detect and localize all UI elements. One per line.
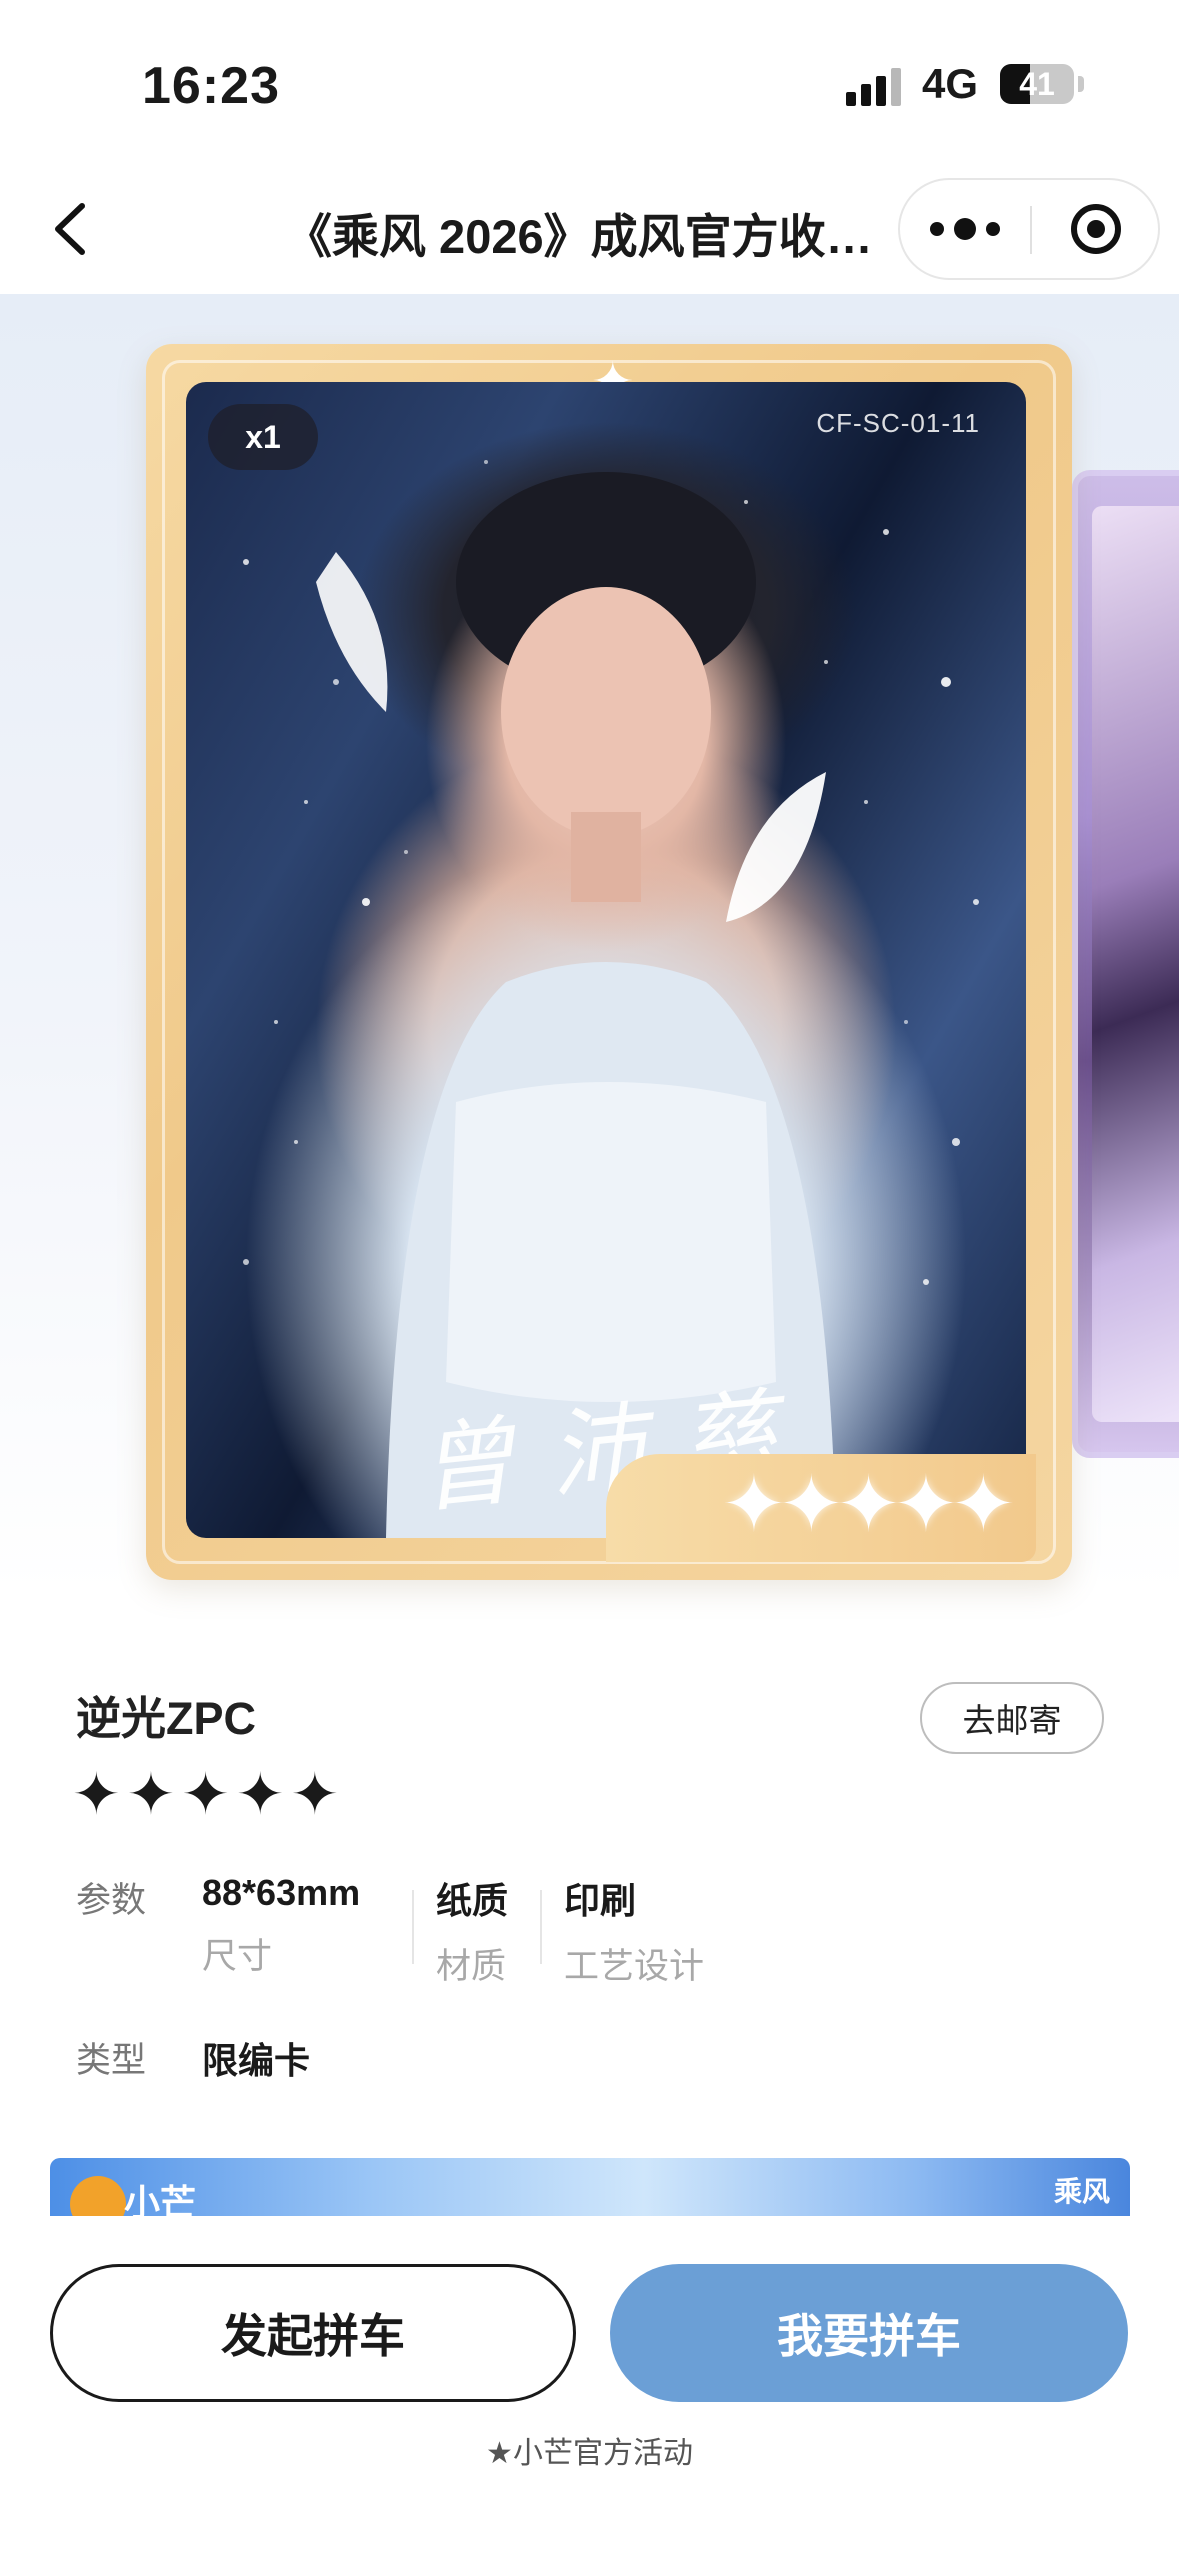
collectible-card[interactable]: ✦ <box>146 344 1072 1580</box>
banner-brand: 乘风 <box>1053 2176 1110 2207</box>
card-star-icon: ✦ <box>950 1460 1016 1548</box>
card-photo: x1 CF-SC-01-11 曾沛慈 <box>186 382 1026 1538</box>
params-label: 参数 <box>76 1881 147 1920</box>
card-star-icon: ✦ <box>778 1460 844 1548</box>
card-carousel[interactable]: ✦ <box>0 294 1179 1594</box>
card-count-badge: x1 <box>208 404 318 470</box>
signal-icon <box>846 68 902 106</box>
param-divider <box>412 1890 414 1964</box>
brand-logo-icon <box>70 2176 126 2216</box>
start-carpool-button[interactable]: 发起拼车 <box>50 2264 576 2402</box>
nav-bar: 《乘风 2026》成风官方收… <box>0 170 1179 288</box>
card-name: 逆光ZPC <box>76 1693 257 1744</box>
network-type: 4G <box>922 60 979 107</box>
back-button[interactable] <box>40 194 108 264</box>
sparkle-overlay <box>243 460 979 1538</box>
more-dot <box>930 222 944 236</box>
card-star-icon: ✦ <box>893 1460 959 1548</box>
status-time: 16:23 <box>142 57 280 115</box>
battery-level: 41 <box>1019 66 1055 102</box>
official-activity-note: ★小芒官方活动 <box>486 2437 693 2470</box>
star-icon: ✦ <box>181 1762 230 1827</box>
more-button[interactable] <box>900 180 1030 278</box>
param-key: 材质 <box>436 1947 507 1986</box>
param-key: 尺寸 <box>202 1937 273 1976</box>
param-divider <box>540 1890 542 1964</box>
next-card-preview[interactable] <box>1072 470 1179 1458</box>
chevron-left-icon <box>55 203 85 255</box>
card-star-icon: ✦ <box>835 1460 902 1548</box>
status-bar: 16:23 4G 41 <box>0 0 1179 150</box>
banner-logo-text: 小芒 <box>124 2182 197 2216</box>
page-title: 《乘风 2026》成风官方收… <box>285 210 873 263</box>
param-key: 工艺设计 <box>564 1947 705 1986</box>
star-icon: ✦ <box>290 1762 340 1827</box>
param-material: 纸质 材质 <box>436 1872 508 1989</box>
rarity-stars: ✦ ✦ ✦ ✦ ✦ <box>72 1766 345 1824</box>
param-value: 印刷 <box>564 1880 637 1921</box>
promo-banner[interactable]: 小芒 乘风 <box>50 2158 1130 2216</box>
battery-icon: 41 <box>1000 64 1074 104</box>
bottom-action-bar: 发起拼车 我要拼车 ★小芒官方活动 <box>0 2216 1179 2556</box>
close-miniprogram-button[interactable] <box>1031 180 1160 278</box>
miniprogram-capsule <box>898 178 1160 280</box>
star-icon: ✦ <box>126 1762 176 1827</box>
battery-tip <box>1078 76 1084 92</box>
type-value: 限编卡 <box>202 2040 311 2081</box>
param-size: 88*63mm 尺寸 <box>202 1872 360 1979</box>
more-dot <box>954 218 976 240</box>
param-craft: 印刷 工艺设计 <box>564 1872 704 1989</box>
card-serial: CF-SC-01-11 <box>816 408 980 438</box>
star-icon: ✦ <box>72 1762 121 1827</box>
card-star-icon: ✦ <box>721 1460 787 1548</box>
type-label: 类型 <box>76 2041 147 2080</box>
mail-button[interactable]: 去邮寄 <box>920 1682 1104 1754</box>
param-value: 纸质 <box>436 1880 509 1921</box>
target-icon <box>1070 204 1121 254</box>
card-star-rating: ✦ ✦ ✦ ✦ ✦ <box>721 1459 1016 1550</box>
param-value: 88*63mm <box>202 1872 361 1913</box>
join-carpool-button[interactable]: 我要拼车 <box>610 2264 1128 2402</box>
more-dot <box>986 222 1000 236</box>
star-icon: ✦ <box>235 1762 285 1827</box>
